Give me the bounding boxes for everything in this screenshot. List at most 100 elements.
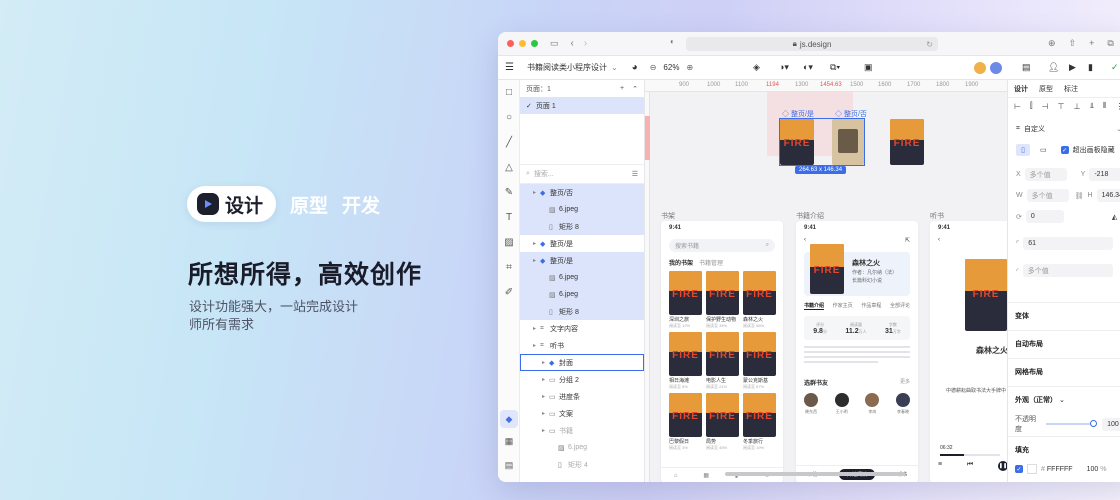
tab-my-shelf[interactable]: 我的书架 — [669, 258, 693, 267]
frame-label[interactable]: 书籍介绍 — [796, 211, 824, 221]
opacity-slider-thumb[interactable] — [1090, 420, 1098, 427]
expand-caret-icon[interactable]: ▸ — [542, 393, 549, 400]
x-input[interactable]: 多个值 — [1024, 168, 1067, 181]
blend-mode-select[interactable]: 外观（正常） — [1015, 397, 1057, 404]
book-cover[interactable] — [890, 119, 924, 165]
tab-prototype[interactable]: 原型 — [1039, 84, 1053, 94]
book-card[interactable]: 巴黎假日阅读至 3% — [669, 393, 702, 451]
layer-row[interactable]: ▨ 6.jpeg — [520, 201, 644, 218]
layer-row[interactable]: ▸ ◆ 整页/是 — [520, 252, 644, 269]
reader-item[interactable]: 王小明 — [834, 393, 849, 415]
download-icon[interactable]: ⊕ — [1048, 38, 1056, 49]
w-input[interactable]: 多个值 — [1026, 189, 1069, 202]
expand-caret-icon[interactable]: ▸ — [533, 325, 540, 332]
pages-icon[interactable]: ▤ — [498, 460, 520, 471]
frame-icon[interactable]: ▣ — [864, 62, 873, 73]
back-icon[interactable]: ‹ — [571, 38, 574, 49]
layer-row[interactable]: ▯ 矩形 8 — [520, 218, 644, 235]
frame-preset[interactable]: 自定义 — [1024, 124, 1045, 134]
layer-row[interactable]: ▸ ▭ 分组 2 — [520, 371, 644, 388]
align-center-icon[interactable]: ⫿ — [1030, 101, 1033, 111]
nav-home-icon[interactable]: ⌂ — [674, 473, 678, 479]
polygon-tool-icon[interactable]: △ — [498, 155, 520, 180]
team-icon[interactable]: ◕ — [632, 62, 638, 73]
library-icon[interactable]: ▤ — [1022, 62, 1031, 73]
text-tool-icon[interactable]: T — [498, 205, 520, 230]
image-tool-icon[interactable]: ▨ — [498, 230, 520, 255]
zoom-level[interactable]: 62% — [663, 63, 679, 72]
privacy-icon[interactable]: ◐ — [670, 37, 675, 46]
layer-row[interactable]: ▸ ▭ 进度条 — [520, 388, 644, 405]
expand-caret-icon[interactable]: ▸ — [542, 427, 549, 434]
h-input[interactable]: 146.34 — [1096, 189, 1120, 202]
chevron-down-icon[interactable]: ⌄ — [611, 63, 618, 72]
tab-annotate[interactable]: 标注 — [1064, 84, 1078, 94]
zoom-in-button[interactable]: ⊕ — [686, 63, 693, 72]
pause-button[interactable]: ❚❚ — [998, 461, 1007, 471]
detail-tab[interactable]: 作品章程 — [861, 302, 881, 310]
design-tab-pill[interactable]: 设计 — [187, 186, 277, 222]
new-tab-icon[interactable]: + — [1089, 38, 1094, 49]
flip-h-icon[interactable]: ◭ — [1112, 213, 1117, 221]
zoom-out-button[interactable]: ⊖ — [650, 63, 657, 72]
book-cover-photo[interactable] — [832, 119, 864, 165]
develop-tab[interactable]: 开发 — [342, 191, 380, 218]
layer-row[interactable]: ▨ 6.jpeg — [520, 286, 644, 303]
assets-icon[interactable]: ▦ — [498, 436, 520, 447]
prototype-tab[interactable]: 原型 — [290, 191, 328, 218]
recommend-more[interactable]: 更多 — [900, 378, 910, 387]
grid-icon[interactable]: ⋮⋮ — [1115, 102, 1120, 111]
expand-caret-icon[interactable]: ▸ — [542, 376, 549, 383]
expand-caret-icon[interactable]: ▸ — [542, 410, 549, 417]
back-icon[interactable]: ‹ — [804, 237, 806, 244]
align-right-icon[interactable]: ⊣ — [1042, 102, 1049, 111]
tab-design[interactable]: 设计 — [1014, 84, 1028, 94]
audio-screen[interactable]: 9:41 ‹ 森林之火 中德耕耘曲取书法大手牌中 06:32 ≡ ⏮ ❚❚ — [930, 221, 1007, 482]
book-card[interactable]: 相日海滩阅读至 8% — [669, 332, 702, 390]
pen-tool-icon[interactable]: ✎ — [498, 180, 520, 205]
reload-icon[interactable]: ↻ — [926, 40, 933, 49]
book-card[interactable]: 电影人生阅读至 21% — [706, 332, 739, 390]
horizontal-scrollbar[interactable] — [725, 472, 905, 476]
link-icon[interactable]: ⛓ — [1075, 192, 1084, 200]
maximize-window-button[interactable] — [531, 40, 538, 47]
bookmark-icon[interactable]: ▮ — [1088, 62, 1093, 73]
layer-row[interactable]: ▸ ⌗ 听书 — [520, 337, 644, 354]
align-bottom-icon[interactable]: ⫫ — [1089, 101, 1094, 111]
layer-row[interactable]: ▸ ◆ 整页/是 — [520, 235, 644, 252]
chevron-down-icon[interactable]: ⌄ — [1116, 125, 1120, 133]
align-top-icon[interactable]: ⊤ — [1058, 102, 1065, 111]
layer-row[interactable]: ▸ ◆ 封面 — [520, 354, 644, 371]
expand-caret-icon[interactable]: ▸ — [533, 257, 540, 264]
add-page-icon[interactable]: + — [620, 85, 624, 92]
align-icon[interactable]: ⧉▾ — [830, 62, 840, 73]
nav-shelf-icon[interactable]: ▦ — [703, 472, 709, 479]
back-icon[interactable]: ‹ — [930, 235, 1007, 245]
book-card[interactable]: 局势阅读至 45% — [706, 393, 739, 451]
frame-label[interactable]: 书架 — [661, 211, 675, 221]
book-cover[interactable] — [780, 119, 814, 165]
avatar[interactable] — [990, 61, 1002, 74]
detail-tab[interactable]: 书籍介绍 — [804, 302, 825, 310]
tab-manage[interactable]: 书籍管理 — [699, 258, 723, 267]
book-card[interactable]: 蒙公克斯基阅读至 67% — [743, 332, 776, 390]
layer-row[interactable]: ▯ 矩形 8 — [520, 303, 644, 320]
filter-icon[interactable]: ☰ — [632, 170, 638, 178]
prev-icon[interactable]: ⏮ — [967, 461, 973, 471]
layer-row[interactable]: ▸ ▭ 书籍 — [520, 422, 644, 439]
share-icon[interactable]: ⇱ — [905, 237, 910, 244]
line-tool-icon[interactable]: ╱ — [498, 130, 520, 155]
book-card[interactable]: 深圳之旅阅读至 12% — [669, 271, 702, 329]
opacity-input[interactable]: 100 — [1102, 417, 1120, 431]
layer-search-input[interactable]: 搜索... — [534, 169, 554, 179]
align-middle-icon[interactable]: ⊥ — [1073, 102, 1080, 111]
file-name[interactable]: 书籍阅读类小程序设计 — [527, 62, 607, 73]
detail-tab[interactable]: 全部评论 — [890, 302, 910, 310]
shelf-screen[interactable]: 9:41 搜索书籍 ⌕ 我的书架 书籍管理 深圳之旅阅读至 12%保护野生动物阅… — [661, 221, 783, 482]
expand-caret-icon[interactable]: ▸ — [533, 342, 540, 349]
clip-checkbox[interactable]: ✓ — [1060, 146, 1069, 154]
expand-caret-icon[interactable]: ▸ — [533, 189, 540, 196]
boolean-icon[interactable]: ◐▾ — [803, 62, 813, 73]
radius-input[interactable]: 61 — [1023, 237, 1114, 250]
corner-input[interactable]: 多个值 — [1022, 264, 1113, 277]
